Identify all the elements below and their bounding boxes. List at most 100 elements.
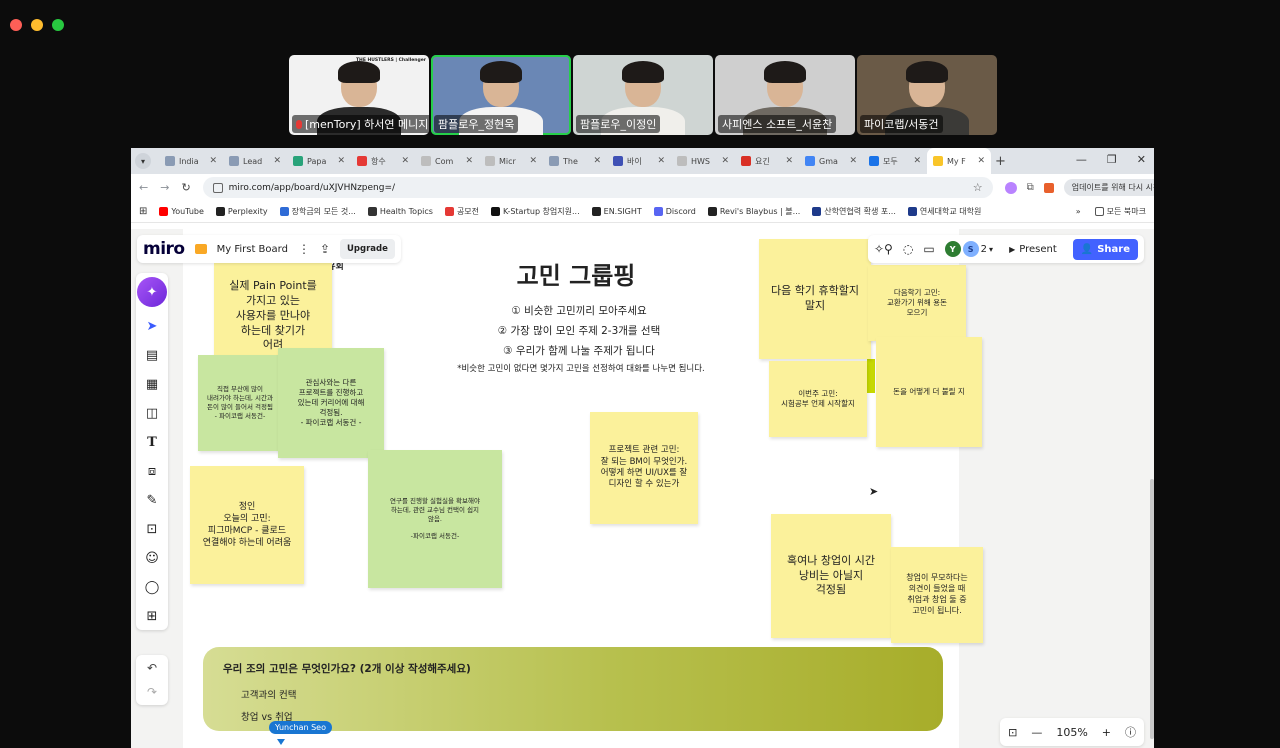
bookmark-item[interactable]: Health Topics	[367, 206, 433, 217]
close-window-icon[interactable]	[10, 19, 22, 31]
fit-screen-icon[interactable]: ⊡	[1008, 726, 1017, 739]
sticky-note[interactable]: 정인 오늘의 고민: 피그마MCP - 클로드 연결해야 하는데 어려움	[190, 466, 304, 584]
pen-icon[interactable]: ✎	[141, 490, 163, 510]
frame-layout-icon[interactable]: ▦	[141, 374, 163, 394]
participant-tile[interactable]: 팜플로우_이정인	[573, 55, 713, 135]
tab-close-icon[interactable]: ✕	[209, 156, 217, 166]
reload-icon[interactable]: ↻	[181, 181, 190, 194]
browser-tab[interactable]: Micr ✕	[479, 148, 543, 174]
url-field[interactable]: miro.com/app/board/uXJVHNzpeng=/ ☆	[202, 177, 993, 198]
present-button[interactable]: ▶ Present	[1003, 244, 1063, 255]
sticky-note[interactable]: 이번주 고민: 시험공부 언제 시작할지	[769, 361, 867, 437]
board-title[interactable]: 고민 그룹핑	[456, 256, 696, 291]
profile-icon[interactable]	[1043, 182, 1054, 193]
bookmark-item[interactable]: 공모전	[444, 206, 479, 217]
reactions-icon[interactable]: ✧⚲	[874, 242, 893, 256]
fullscreen-window-icon[interactable]	[52, 19, 64, 31]
apps-grid-icon[interactable]: ⊞	[139, 206, 147, 217]
bookmark-item[interactable]: 산학연협력 확생 포...	[812, 206, 896, 217]
zoom-out-button[interactable]: —	[1031, 726, 1042, 739]
sticky-note[interactable]: 직접 부산에 많이 내려가야 하는데, 시간과 돈이 많이 들어서 걱정됨 - …	[198, 355, 282, 451]
close-icon[interactable]: ✕	[1137, 153, 1146, 166]
participant-tile[interactable]: 파이코랩/서동건	[857, 55, 997, 135]
browser-tab[interactable]: My F ✕	[927, 148, 991, 174]
share-button[interactable]: 👤 Share	[1072, 238, 1138, 260]
minimize-window-icon[interactable]	[31, 19, 43, 31]
browser-tab[interactable]: India ✕	[159, 148, 223, 174]
bookmark-item[interactable]: EN.SIGHT	[591, 206, 642, 217]
comment-icon[interactable]: ◯	[141, 577, 163, 597]
shape-accent[interactable]	[867, 359, 875, 393]
browser-tab[interactable]: Lead ✕	[223, 148, 287, 174]
templates-icon[interactable]: ▤	[141, 345, 163, 365]
sticky-note-icon[interactable]: ◫	[141, 403, 163, 423]
bookmark-item[interactable]: YouTube	[159, 206, 204, 217]
browser-tab[interactable]: 모두 ✕	[863, 148, 927, 174]
zoom-in-button[interactable]: +	[1102, 726, 1111, 739]
export-icon[interactable]: ⇪	[320, 242, 330, 256]
tab-close-icon[interactable]: ✕	[913, 156, 921, 166]
tab-close-icon[interactable]: ✕	[721, 156, 729, 166]
forward-icon[interactable]: →	[160, 181, 169, 194]
participant-tile[interactable]: THE HUSTLERS | Challenger [menTory] 하서연 메…	[289, 55, 429, 135]
participant-tile[interactable]: 팜플로우_정현욱	[431, 55, 571, 135]
instructions[interactable]: ① 비슷한 고민끼리 모아주세요 ② 가장 많이 모인 주제 2-3개를 선택 …	[429, 301, 729, 361]
sticky-note[interactable]: 연구를 진행할 실험실을 확보해야 하는데, 관련 교수님 컨택이 쉽지 않음.…	[368, 450, 502, 588]
chat-icon[interactable]: ◌	[903, 242, 913, 256]
undo-icon[interactable]: ↶	[147, 661, 157, 675]
browser-tab[interactable]: 바이 ✕	[607, 148, 671, 174]
bookmark-item[interactable]: Discord	[653, 206, 696, 217]
tab-search-icon[interactable]: ▾	[135, 153, 151, 169]
bookmark-item[interactable]: Revi's Blaybus | 볼...	[707, 206, 800, 217]
board-name[interactable]: My First Board	[217, 244, 288, 255]
frame-tool-icon[interactable]: ⊡	[141, 519, 163, 539]
select-tool-icon[interactable]: ➤	[141, 316, 163, 336]
browser-tab[interactable]: Gma ✕	[799, 148, 863, 174]
participant-tile[interactable]: 사피엔스 소프트_서윤찬	[715, 55, 855, 135]
miro-logo[interactable]: miro	[143, 239, 185, 259]
all-bookmarks-button[interactable]: 모든 북마크	[1094, 206, 1146, 217]
restore-icon[interactable]: ❐	[1107, 153, 1117, 166]
more-tools-icon[interactable]: ⊞	[141, 606, 163, 626]
bookmark-item[interactable]: Perplexity	[215, 206, 268, 217]
tab-close-icon[interactable]: ✕	[657, 156, 665, 166]
tab-close-icon[interactable]: ✕	[337, 156, 345, 166]
sticky-note[interactable]: 돈을 어떻게 더 불릴 지	[876, 337, 982, 447]
sticky-note[interactable]: 혹여나 창업이 시간 낭비는 아닐지 걱정됨	[771, 514, 891, 638]
zoom-level[interactable]: 105%	[1056, 726, 1087, 739]
group-question-card[interactable]: 우리 조의 고민은 무엇인가요? (2개 이상 작성해주세요) 고객과의 컨택 …	[203, 647, 943, 731]
ai-sparkle-icon[interactable]: ✦	[137, 277, 167, 307]
site-info-icon[interactable]	[212, 182, 223, 193]
sticky-note[interactable]: 실제 Pain Point를 가지고 있는 사용자를 만나야 하는데 찾기가 어…	[214, 263, 332, 359]
sticky-note[interactable]: 다음 학기 휴학할지 말지	[759, 239, 871, 359]
tab-close-icon[interactable]: ✕	[401, 156, 409, 166]
video-call-icon[interactable]: ▭	[923, 242, 934, 256]
upgrade-button[interactable]: Upgrade	[340, 239, 395, 259]
sticky-note[interactable]: 관심사와는 다른 프로젝트를 진행하고 있는데 커리어에 대해 걱정됨. - 파…	[278, 348, 384, 458]
text-tool-icon[interactable]: T	[141, 432, 163, 452]
collaborator-avatars[interactable]: Y S 2 ▾	[944, 241, 993, 257]
browser-tab[interactable]: 요긴 ✕	[735, 148, 799, 174]
vertical-scrollbar[interactable]	[1150, 479, 1154, 739]
browser-tab[interactable]: Com ✕	[415, 148, 479, 174]
more-bookmarks-button[interactable]: »	[1076, 207, 1081, 216]
sticky-note[interactable]: 창업이 무모하다는 의견이 들었을 때 취업과 창업 둘 중 고민이 됩니다.	[891, 547, 983, 643]
miro-board-canvas[interactable]: miro My First Board ⋮ ⇪ Upgrade ✧⚲ ◌ ▭ Y…	[131, 229, 1154, 748]
bookmark-item[interactable]: 장학금의 모든 것...	[279, 206, 356, 217]
browser-tab[interactable]: The ✕	[543, 148, 607, 174]
bookmark-star-icon[interactable]: ☆	[973, 181, 983, 194]
bookmark-item[interactable]: K-Startup 창업지원...	[491, 206, 580, 217]
back-icon[interactable]: ←	[139, 181, 148, 194]
tab-close-icon[interactable]: ✕	[785, 156, 793, 166]
shapes-icon[interactable]: ⧈	[141, 461, 163, 481]
tab-close-icon[interactable]: ✕	[273, 156, 281, 166]
sticky-note[interactable]: 다음학기 고민: 교환가기 위해 용돈 모으기	[868, 265, 966, 341]
tab-close-icon[interactable]: ✕	[529, 156, 537, 166]
new-tab-button[interactable]: +	[995, 154, 1013, 169]
extension-icon[interactable]	[1004, 181, 1017, 194]
browser-tab[interactable]: 항수 ✕	[351, 148, 415, 174]
tab-close-icon[interactable]: ✕	[849, 156, 857, 166]
help-icon[interactable]: ⓘ	[1125, 724, 1136, 740]
browser-tab[interactable]: HWS ✕	[671, 148, 735, 174]
tab-close-icon[interactable]: ✕	[977, 156, 985, 166]
